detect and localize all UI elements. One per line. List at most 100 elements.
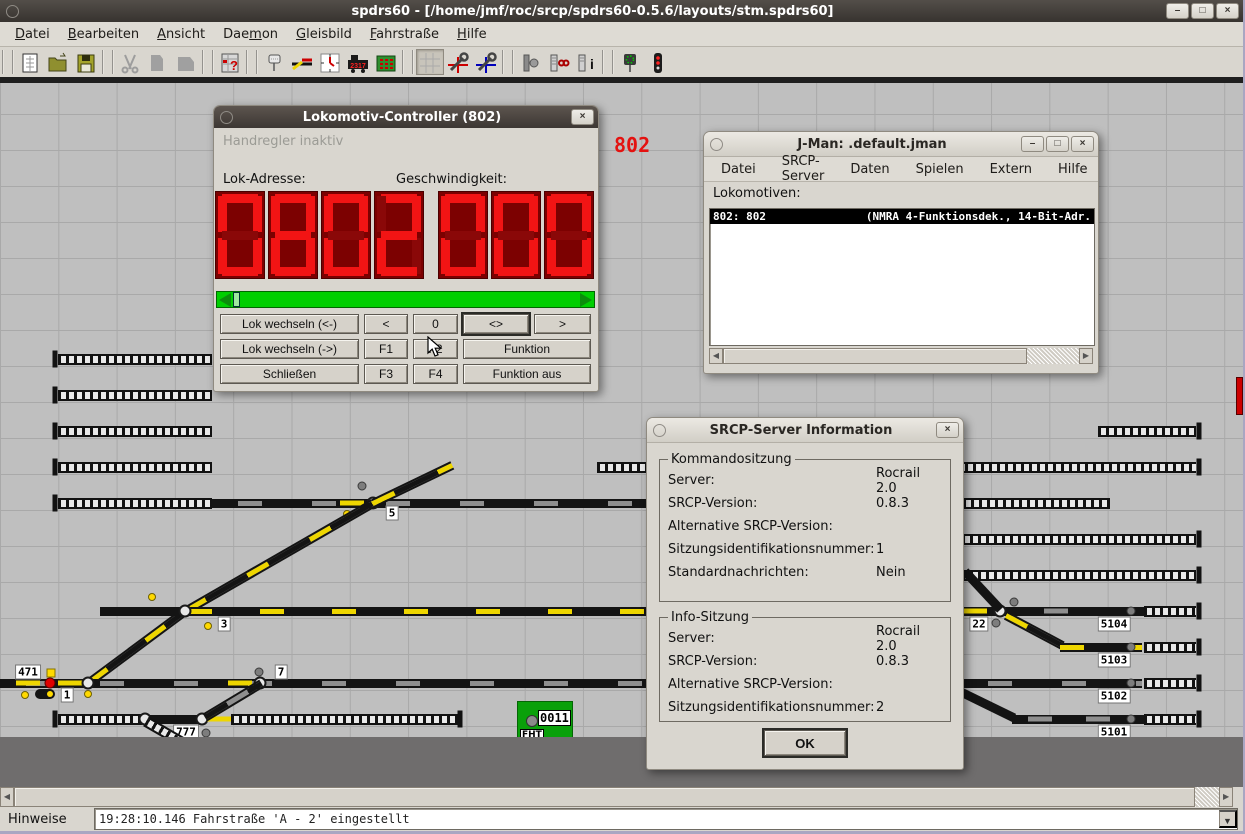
window-menu-icon[interactable] [220, 111, 233, 124]
menu-item[interactable]: Bearbeiten [59, 25, 148, 44]
window-menu-icon[interactable] [653, 424, 666, 437]
edit-mode-red-button[interactable] [444, 49, 472, 75]
menu-item[interactable]: Daemon [214, 25, 287, 44]
edit-mode-blue-button[interactable] [472, 49, 500, 75]
track-segment[interactable] [1144, 678, 1196, 689]
main-hscrollbar[interactable]: ◀ ▶ [0, 787, 1233, 807]
menu-item[interactable]: Datei [708, 160, 769, 179]
track-label[interactable]: 1 [61, 688, 74, 703]
loks-listbox[interactable]: 802: 802 (NMRA 4-Funktionsdek., 14-Bit-A… [709, 208, 1095, 346]
ok-button[interactable]: OK [764, 730, 846, 756]
red-signal-button[interactable] [644, 49, 672, 75]
jman-close-button[interactable]: × [1071, 136, 1094, 152]
switch-point[interactable] [179, 605, 192, 618]
panel-properties-button[interactable]: ? [216, 49, 244, 75]
track-route-yellow[interactable] [1004, 611, 1065, 649]
slider-right-arrow-icon[interactable] [580, 293, 592, 307]
track-label[interactable]: 5 [386, 506, 399, 521]
info-panel-button[interactable]: i [572, 49, 600, 75]
clock-button[interactable] [316, 49, 344, 75]
lok-button[interactable]: Funktion aus [463, 364, 591, 384]
window-menu-icon[interactable] [6, 5, 19, 18]
lok-button[interactable]: Lok wechseln (<-) [220, 314, 359, 334]
track-segment[interactable] [231, 714, 459, 725]
close-button[interactable]: × [1216, 3, 1239, 19]
menu-item[interactable]: Hilfe [448, 25, 496, 44]
scroll-left-icon[interactable]: ◀ [0, 787, 14, 807]
menu-item[interactable]: Fahrstraße [361, 25, 448, 44]
lok-button[interactable]: Funktion [463, 339, 591, 359]
track-route-yellow[interactable] [183, 499, 376, 615]
lok-button[interactable]: > [534, 314, 591, 334]
menu-item[interactable]: Hilfe [1045, 160, 1101, 179]
scroll-left-icon[interactable]: ◀ [709, 348, 723, 364]
save-layout-button[interactable] [72, 49, 100, 75]
jman-titlebar[interactable]: J-Man: .default.jman – □ × [704, 132, 1098, 157]
jman-hscrollbar[interactable]: ◀ ▶ [709, 348, 1093, 364]
lok-button[interactable]: F1 [364, 339, 408, 359]
track-segment[interactable] [58, 426, 212, 437]
menu-item[interactable]: Extern [977, 160, 1045, 179]
menu-item[interactable]: SRCP-Server [769, 152, 838, 186]
scroll-right-icon[interactable]: ▶ [1079, 348, 1093, 364]
track-segment[interactable] [58, 390, 212, 401]
lok-button[interactable]: F3 [364, 364, 408, 384]
track-route-gray[interactable] [0, 679, 1142, 688]
track-label[interactable]: 5102 [1098, 689, 1131, 704]
scrollbar-thumb[interactable] [723, 348, 1027, 364]
switch-point[interactable] [82, 677, 95, 690]
led-panel-button[interactable] [372, 49, 400, 75]
lok-button[interactable]: Lok wechseln (->) [220, 339, 359, 359]
dropdown-arrow-icon[interactable]: ▼ [1219, 810, 1237, 828]
signal-lamp-button[interactable] [516, 49, 544, 75]
track-route-yellow[interactable] [188, 607, 646, 616]
menu-item[interactable]: Ansicht [148, 25, 214, 44]
lok-button[interactable]: Schließen [220, 364, 359, 384]
lok-list-item-selected[interactable]: 802: 802 (NMRA 4-Funktionsdek., 14-Bit-A… [710, 209, 1094, 224]
status-message-field[interactable]: 19:28:10.146 Fahrstraße 'A - 2' eingeste… [94, 808, 1238, 830]
track-segment[interactable] [1144, 642, 1196, 653]
track-route-gray[interactable] [212, 499, 646, 508]
jman-minimize-button[interactable]: – [1021, 136, 1044, 152]
dwarf-signal[interactable] [35, 689, 55, 699]
lok-button[interactable]: < [364, 314, 408, 334]
menu-item[interactable]: Datei [6, 25, 59, 44]
srcp-close-button[interactable]: × [936, 422, 959, 438]
track-segment[interactable] [1144, 714, 1196, 725]
locomotive-button[interactable]: 2317 [344, 49, 372, 75]
track-label[interactable]: 5103 [1098, 653, 1131, 668]
menu-item[interactable]: Gleisbild [287, 25, 361, 44]
lok-close-button[interactable]: × [571, 109, 594, 125]
scroll-right-icon[interactable]: ▶ [1219, 787, 1233, 807]
menu-item[interactable]: Spielen [903, 160, 977, 179]
track-segment[interactable] [963, 498, 1110, 509]
track-segment[interactable] [58, 354, 212, 365]
lok-button[interactable]: F4 [413, 364, 458, 384]
minimize-button[interactable]: – [1166, 3, 1189, 19]
speed-slider[interactable] [216, 291, 595, 308]
track-segment[interactable] [960, 688, 1016, 722]
window-titlebar[interactable]: spdrs60 - [/home/jmf/roc/srcp/spdrs60-0.… [0, 0, 1243, 22]
track-segment[interactable] [1098, 426, 1196, 437]
slider-handle[interactable] [233, 292, 240, 307]
jman-maximize-button[interactable]: □ [1046, 136, 1069, 152]
turnout-colors-button[interactable] [288, 49, 316, 75]
lok-dialog-titlebar[interactable]: Lokomotiv-Controller (802) × [214, 106, 598, 128]
lok-button[interactable]: <> [463, 314, 529, 334]
track-segment[interactable] [100, 607, 188, 616]
maximize-button[interactable]: □ [1191, 3, 1214, 19]
open-layout-button[interactable] [44, 49, 72, 75]
grid-toggle-button[interactable] [416, 49, 444, 75]
track-label[interactable]: 22 [969, 617, 988, 632]
lok-button[interactable]: 0 [413, 314, 458, 334]
green-signal-button[interactable] [616, 49, 644, 75]
scrollbar-trough[interactable] [1027, 348, 1079, 364]
track-segment[interactable] [1144, 606, 1196, 617]
scrollbar-thumb[interactable] [14, 787, 1195, 807]
menu-item[interactable]: Daten [837, 160, 902, 179]
signal-dot-red[interactable] [45, 678, 56, 689]
track-label[interactable]: 471 [15, 665, 41, 680]
coupler-panel-button[interactable] [544, 49, 572, 75]
track-segment[interactable] [58, 462, 212, 473]
track-label[interactable]: 3 [218, 617, 231, 632]
